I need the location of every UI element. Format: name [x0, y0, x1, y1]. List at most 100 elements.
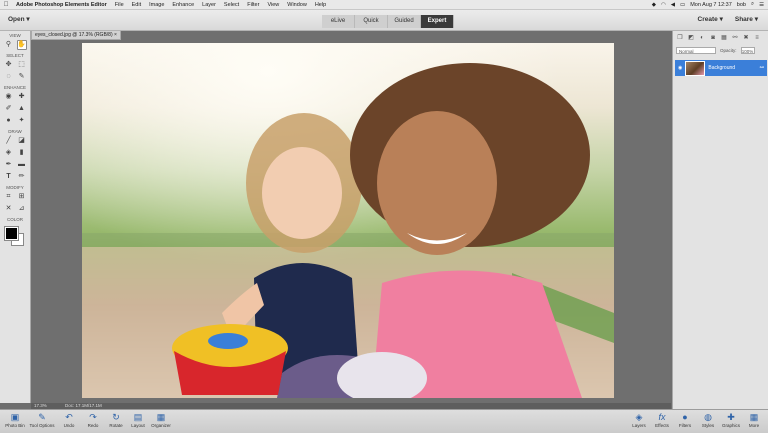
- document-photo[interactable]: [82, 43, 614, 398]
- panel-toolbar: ❐ ◩ ◐ ◙ ▦ ⚯ ✖ ≡: [673, 31, 768, 43]
- filters-label: Filters: [678, 423, 692, 428]
- menu-app-name[interactable]: Adobe Photoshop Elements Editor: [12, 2, 111, 8]
- tab-expert[interactable]: Expert: [421, 15, 454, 28]
- dropbox-icon[interactable]: ◆: [652, 2, 656, 8]
- tab-guided[interactable]: Guided: [388, 15, 421, 28]
- new-layer-icon[interactable]: ❐: [676, 34, 684, 42]
- menu-image[interactable]: Image: [145, 2, 168, 8]
- brush-icon[interactable]: ╱: [4, 136, 14, 146]
- top-right-actions: Create ▾ Share ▾: [698, 15, 758, 23]
- zoom-icon[interactable]: ⚲: [4, 40, 14, 50]
- menu-select[interactable]: Select: [220, 2, 243, 8]
- share-button[interactable]: Share ▾: [735, 15, 758, 23]
- blur-icon[interactable]: ●: [4, 116, 14, 126]
- user-name[interactable]: bob: [737, 2, 746, 8]
- lock-icon: ⚯: [759, 65, 764, 71]
- layer-mask-icon[interactable]: ◙: [709, 34, 717, 42]
- zoom-level[interactable]: 17.3%: [34, 403, 47, 408]
- wifi-icon[interactable]: ◠: [661, 2, 666, 8]
- tab-quick[interactable]: Quick: [355, 15, 388, 28]
- straighten-icon[interactable]: ⊿: [17, 204, 27, 214]
- undo-icon: ↶: [65, 412, 73, 422]
- menu-edit[interactable]: Edit: [128, 2, 145, 8]
- shape-icon[interactable]: ▬: [17, 160, 27, 170]
- menu-layer[interactable]: Layer: [198, 2, 220, 8]
- menu-enhance[interactable]: Enhance: [168, 2, 198, 8]
- section-view-label: VIEW: [9, 33, 21, 38]
- document-tab[interactable]: eyes_closed.jpg @ 17.3% (RGB/8) ×: [31, 31, 121, 40]
- photo-illustration: [82, 43, 614, 398]
- lock-transparency-icon[interactable]: ▦: [720, 34, 728, 42]
- lock-icon[interactable]: ⚯: [731, 34, 739, 42]
- section-enhance-label: ENHANCE: [3, 85, 26, 90]
- content-aware-move-icon[interactable]: ✕: [4, 204, 14, 214]
- tab-elive[interactable]: eLive: [322, 15, 355, 28]
- red-eye-icon[interactable]: ◉: [4, 92, 14, 102]
- menu-help[interactable]: Help: [311, 2, 330, 8]
- quick-selection-icon[interactable]: ✎: [17, 72, 27, 82]
- lasso-icon[interactable]: ◌: [4, 72, 14, 82]
- move-icon[interactable]: ✥: [4, 60, 14, 70]
- tool-options-icon: ✎: [38, 412, 46, 422]
- spot-healing-icon[interactable]: ✚: [17, 92, 27, 102]
- layers-panel: ❐ ◩ ◐ ◙ ▦ ⚯ ✖ ≡ Normal Opacity: 100% ◉ B…: [672, 31, 768, 409]
- foreground-color-swatch[interactable]: [5, 227, 18, 240]
- layer-name: Background: [708, 65, 736, 71]
- more-button[interactable]: ▦ More: [741, 412, 767, 428]
- menu-filter[interactable]: Filter: [243, 2, 263, 8]
- eraser-icon[interactable]: ◪: [17, 136, 27, 146]
- new-group-icon[interactable]: ◩: [687, 34, 695, 42]
- layer-row-background[interactable]: ◉ Background ⚯: [675, 60, 767, 76]
- doc-size: Doc: 17.1M/17.1M: [65, 403, 102, 408]
- graphics-label: Graphics: [721, 423, 740, 428]
- menu-view[interactable]: View: [263, 2, 283, 8]
- section-select-label: SELECT: [6, 53, 24, 58]
- tool-options-button[interactable]: ✎ Tool Options: [29, 412, 55, 428]
- menu-file[interactable]: File: [111, 2, 128, 8]
- undo-label: Undo: [63, 423, 75, 428]
- photo-bin-button[interactable]: ▣ Photo Bin: [2, 412, 28, 428]
- marquee-icon[interactable]: ⬚: [17, 60, 27, 70]
- mac-status-area: ◆ ◠ ◀ ▭ Mon Aug 7 12:37 bob ⌕ ☰: [652, 0, 764, 9]
- delete-layer-icon[interactable]: ✖: [742, 34, 750, 42]
- photo-bin-icon: ▣: [10, 412, 20, 422]
- adjustment-layer-icon[interactable]: ◐: [698, 34, 706, 42]
- type-icon[interactable]: T: [4, 172, 14, 182]
- canvas-area: eyes_closed.jpg @ 17.3% (RGB/8) ×: [31, 31, 671, 403]
- open-button[interactable]: Open ▾: [8, 15, 30, 23]
- pencil-icon[interactable]: ✏: [17, 172, 27, 182]
- smart-brush-icon[interactable]: ✐: [4, 104, 14, 114]
- app-topbar: Open ▾ eLive Quick Guided Expert Create …: [0, 10, 768, 31]
- clone-stamp-icon[interactable]: ▲: [17, 104, 27, 114]
- opacity-label: Opacity:: [720, 48, 737, 53]
- recompose-icon[interactable]: ⊞: [17, 192, 27, 202]
- apple-menu-icon[interactable]: : [0, 1, 12, 8]
- create-button[interactable]: Create ▾: [698, 15, 723, 23]
- rotate-label: Rotate: [109, 423, 123, 428]
- panel-menu-icon[interactable]: ≡: [753, 34, 761, 42]
- clock[interactable]: Mon Aug 7 12:37: [690, 2, 732, 8]
- opacity-input[interactable]: 100%: [740, 47, 755, 54]
- section-draw-label: DRAW: [8, 129, 22, 134]
- undo-button[interactable]: ↶ Undo: [56, 412, 82, 428]
- layer-controls: Normal Opacity: 100%: [673, 43, 768, 58]
- volume-icon[interactable]: ◀: [671, 2, 675, 8]
- gradient-icon[interactable]: ▮: [17, 148, 27, 158]
- redo-label: Redo: [87, 423, 99, 428]
- color-picker-icon[interactable]: ✒: [4, 160, 14, 170]
- notification-icon[interactable]: ☰: [759, 2, 764, 8]
- sponge-icon[interactable]: ✦: [17, 116, 27, 126]
- hand-icon[interactable]: ✋: [16, 40, 27, 50]
- organizer-button[interactable]: ▦ Organizer: [148, 412, 174, 428]
- paint-bucket-icon[interactable]: ◈: [4, 148, 14, 158]
- mac-menubar:  Adobe Photoshop Elements Editor File E…: [0, 0, 768, 10]
- photo-bin-label: Photo Bin: [5, 423, 25, 428]
- blend-mode-select[interactable]: Normal: [676, 47, 716, 54]
- layout-label: Layout: [131, 423, 145, 428]
- battery-icon[interactable]: ▭: [680, 2, 685, 8]
- menu-window[interactable]: Window: [283, 2, 311, 8]
- eye-icon[interactable]: ◉: [678, 65, 682, 71]
- organizer-label: Organizer: [151, 423, 171, 428]
- spotlight-icon[interactable]: ⌕: [751, 1, 754, 8]
- crop-icon[interactable]: ⌗: [4, 192, 14, 202]
